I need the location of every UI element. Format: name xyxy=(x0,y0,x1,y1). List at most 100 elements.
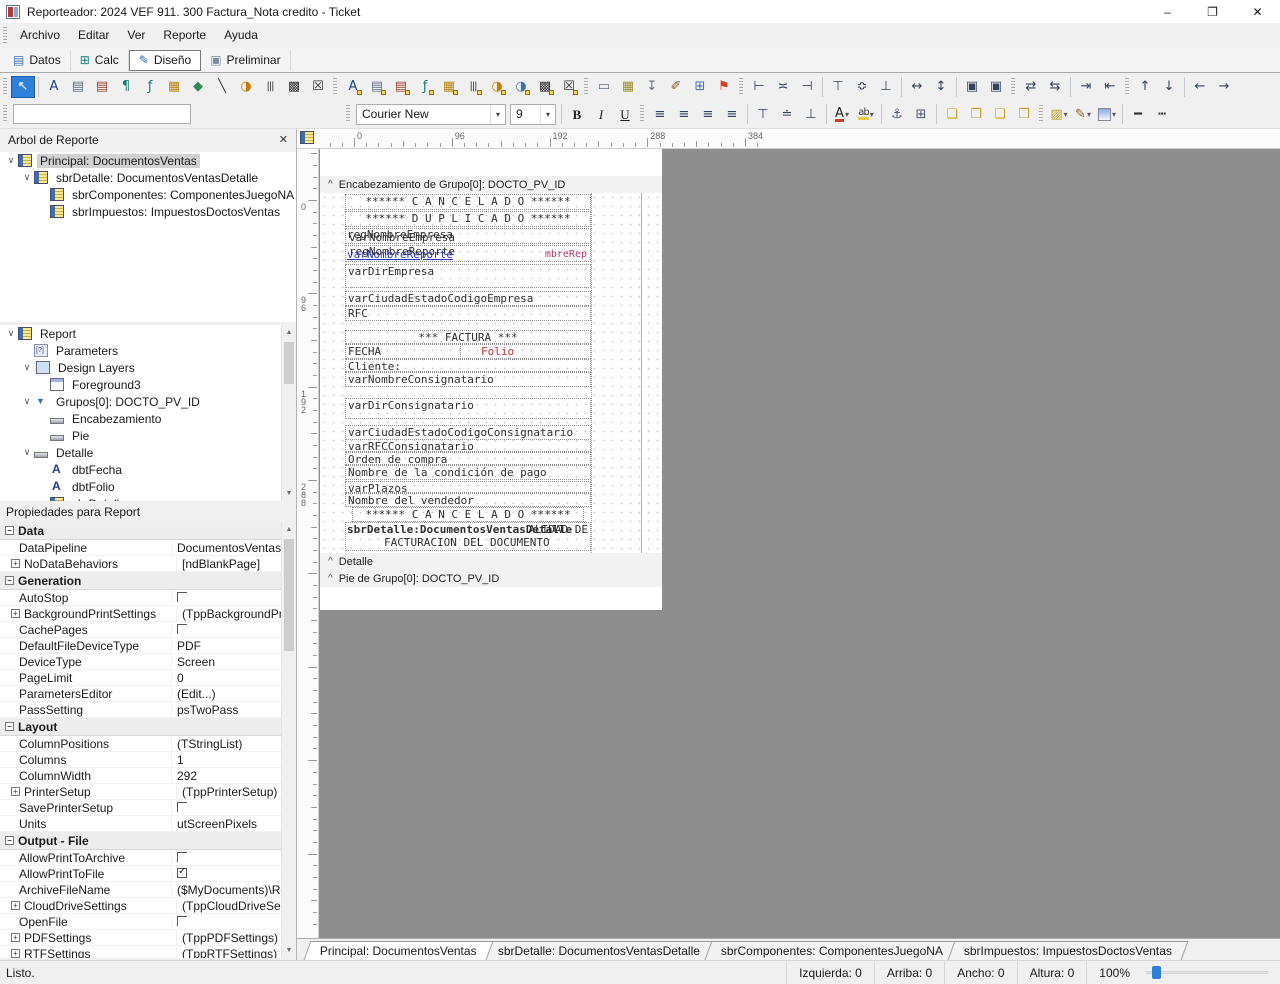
property-row[interactable]: PassSettingpsTwoPass xyxy=(0,702,281,718)
canvas-var-nombre-empresa[interactable]: regNombreEmpresa varNombreEmpresa xyxy=(345,228,591,244)
collapse-icon[interactable]: − xyxy=(5,722,14,731)
db-image-tool[interactable]: ▦ xyxy=(437,76,461,98)
band-collapse-icon[interactable]: ^ xyxy=(328,179,333,190)
pipeline-tab[interactable]: sbrComponentes: ComponentesJuegoNA xyxy=(704,941,959,960)
tree-node[interactable]: dbtFecha xyxy=(0,461,281,478)
property-row[interactable]: +CloudDriveSettings(TppCloudDriveSetting xyxy=(0,898,281,914)
memo-tool[interactable]: ▤ xyxy=(66,76,90,98)
checkbox-unchecked-icon[interactable] xyxy=(177,852,187,862)
menu-ver[interactable]: Ver xyxy=(118,23,154,48)
pointer-tool[interactable]: ↖ xyxy=(11,76,35,98)
property-row[interactable]: PageLimit0 xyxy=(0,670,281,686)
barcode-2d-tool[interactable]: ▩ xyxy=(282,76,306,98)
scroll-down-icon[interactable]: ▼ xyxy=(282,486,296,501)
paintbrush-tool[interactable]: ✐ xyxy=(664,76,688,98)
property-row[interactable]: AllowPrintToArchive xyxy=(0,850,281,866)
property-value[interactable]: ($MyDocuments)\Repo xyxy=(171,883,281,897)
tree-node[interactable]: sbrComponentes: ComponentesJuegoNA xyxy=(0,186,296,203)
band-header-group-header[interactable]: ^ Encabezamiento de Grupo[0]: DOCTO_PV_I… xyxy=(320,176,662,193)
canvas-label-folio[interactable]: Folio xyxy=(460,344,591,359)
variable-tool[interactable]: ƒ xyxy=(138,76,162,98)
property-row[interactable]: +PDFSettings(TppPDFSettings) xyxy=(0,930,281,946)
property-value[interactable]: DocumentosVentas xyxy=(171,541,281,555)
tree-node[interactable]: Encabezamiento xyxy=(0,410,281,427)
property-row[interactable]: AllowPrintToFile xyxy=(0,866,281,882)
canvas-var-ciudad-consignatario[interactable]: varCiudadEstadoCodigoConsignatario xyxy=(345,425,591,440)
pipeline-tab[interactable]: sbrImpuestos: ImpuestosDoctosVentas xyxy=(948,941,1189,960)
zoom-slider-thumb[interactable] xyxy=(1152,966,1161,979)
underline-button[interactable]: U xyxy=(613,103,637,125)
nudge-up[interactable]: ↑ xyxy=(1133,76,1157,98)
expand-icon[interactable]: + xyxy=(11,949,20,958)
expand-icon[interactable]: + xyxy=(11,901,20,910)
property-row[interactable]: AutoStop xyxy=(0,590,281,606)
barcode-tool[interactable]: ||| xyxy=(258,76,282,98)
nudge-left[interactable]: ← xyxy=(1188,76,1212,98)
tree-node[interactable]: Foreground3 xyxy=(0,376,281,393)
center-vertically-in-band[interactable]: ▣ xyxy=(984,76,1008,98)
property-value[interactable]: (TppPrinterSetup) xyxy=(176,785,281,799)
scroll-up-icon[interactable]: ▲ xyxy=(282,325,296,340)
highlight-color-button[interactable]: ab▾ xyxy=(854,103,878,125)
chevron-expanded-icon[interactable]: ∨ xyxy=(20,396,34,407)
canvas-label-rfc[interactable]: RFC xyxy=(345,306,591,321)
property-row[interactable]: +NoDataBehaviors[ndBlankPage] xyxy=(0,556,281,572)
canvas-var-plazos[interactable]: varPlazos xyxy=(345,481,591,493)
db-richtext-tool[interactable]: ▤ xyxy=(389,76,413,98)
align-right-edges[interactable]: ⊣ xyxy=(795,76,819,98)
canvas-label-duplicado[interactable]: ****** D U P L I C A D O ****** xyxy=(345,211,591,227)
chevron-expanded-icon[interactable]: ∨ xyxy=(4,155,18,166)
checkbox-checked-icon[interactable] xyxy=(177,868,187,878)
ruler-corner-icon[interactable] xyxy=(300,131,314,144)
db-checkbox-tool[interactable]: ☒ xyxy=(557,76,581,98)
canvas-var-dir-consignatario[interactable]: varDirConsignatario xyxy=(345,398,591,419)
property-row[interactable]: +RTFSettings(TppRTFSettings) xyxy=(0,946,281,958)
chevron-expanded-icon[interactable]: ∨ xyxy=(20,447,34,458)
menu-editar[interactable]: Editar xyxy=(69,23,118,48)
table-grid-tool[interactable]: ⊞ xyxy=(688,76,712,98)
checkbox-unchecked-icon[interactable] xyxy=(177,916,187,926)
tree-node[interactable]: Parameters xyxy=(0,342,281,359)
font-name-combo[interactable]: Courier New▾ xyxy=(356,104,506,125)
canvas-label-cliente[interactable]: Cliente: xyxy=(345,359,591,372)
nudge-down[interactable]: ↓ xyxy=(1157,76,1181,98)
close-panel-icon[interactable]: ✕ xyxy=(279,129,288,152)
property-row[interactable]: DefaultFileDeviceTypePDF xyxy=(0,638,281,654)
property-value[interactable]: PDF xyxy=(171,639,281,653)
pipeline-tab[interactable]: sbrDetalle: DocumentosVentasDetalle xyxy=(481,941,716,960)
tree-node[interactable]: ∨sbrDetalle: DocumentosVentasDetalle xyxy=(0,169,296,186)
design-canvas[interactable]: 09 61 9 22 8 8 ^ Encabezamiento de Grupo… xyxy=(297,149,1280,938)
property-value[interactable] xyxy=(171,591,281,605)
canvas-var-ciudad-empresa[interactable]: varCiudadEstadoCodigoEmpresa xyxy=(345,291,591,306)
expand-icon[interactable]: + xyxy=(11,933,20,942)
grow-to-largest-height[interactable]: ⇤ xyxy=(1098,76,1122,98)
tab-calc[interactable]: ⊞Calc xyxy=(71,50,129,71)
send-to-back[interactable]: ❐ xyxy=(964,103,988,125)
property-row[interactable]: ColumnWidth292 xyxy=(0,768,281,784)
property-value[interactable] xyxy=(171,867,281,881)
nudge-right[interactable]: → xyxy=(1212,76,1236,98)
space-vertically[interactable]: ↕ xyxy=(929,76,953,98)
align-horizontal-centers[interactable]: ≍ xyxy=(771,76,795,98)
align-bottom-edges[interactable]: ⊥ xyxy=(874,76,898,98)
expand-icon[interactable]: + xyxy=(11,559,20,568)
zoom-slider-track[interactable] xyxy=(1146,971,1268,974)
canvas-var-nombre-consignatario[interactable]: varNombreConsignatario xyxy=(345,372,591,387)
chevron-down-icon[interactable]: ▾ xyxy=(540,105,555,124)
canvas-label-cancelado-2[interactable]: ****** C A N C E L A D O ****** xyxy=(352,507,584,522)
chart-tool[interactable]: ◑ xyxy=(234,76,258,98)
property-row[interactable]: CachePages xyxy=(0,622,281,638)
property-row[interactable]: +PrinterSetup(TppPrinterSetup) xyxy=(0,784,281,800)
canvas-label-orden-compra[interactable]: Orden de compra xyxy=(345,452,591,465)
property-row[interactable]: Columns1 xyxy=(0,752,281,768)
property-row[interactable]: DataPipelineDocumentosVentas xyxy=(0,540,281,556)
property-category-output-file[interactable]: −Output - File xyxy=(0,832,281,850)
region-tool[interactable]: ▭ xyxy=(592,76,616,98)
gradient-button[interactable]: ▾ xyxy=(1095,103,1119,125)
borders-button[interactable]: ⊞ xyxy=(909,103,933,125)
property-row[interactable]: UnitsutScreenPixels xyxy=(0,816,281,832)
valign-top[interactable]: ⊤ xyxy=(751,103,775,125)
tree-node[interactable]: Pie xyxy=(0,427,281,444)
db-barcode-2d-tool[interactable]: ▩ xyxy=(533,76,557,98)
align-vertical-centers[interactable]: ≎ xyxy=(850,76,874,98)
